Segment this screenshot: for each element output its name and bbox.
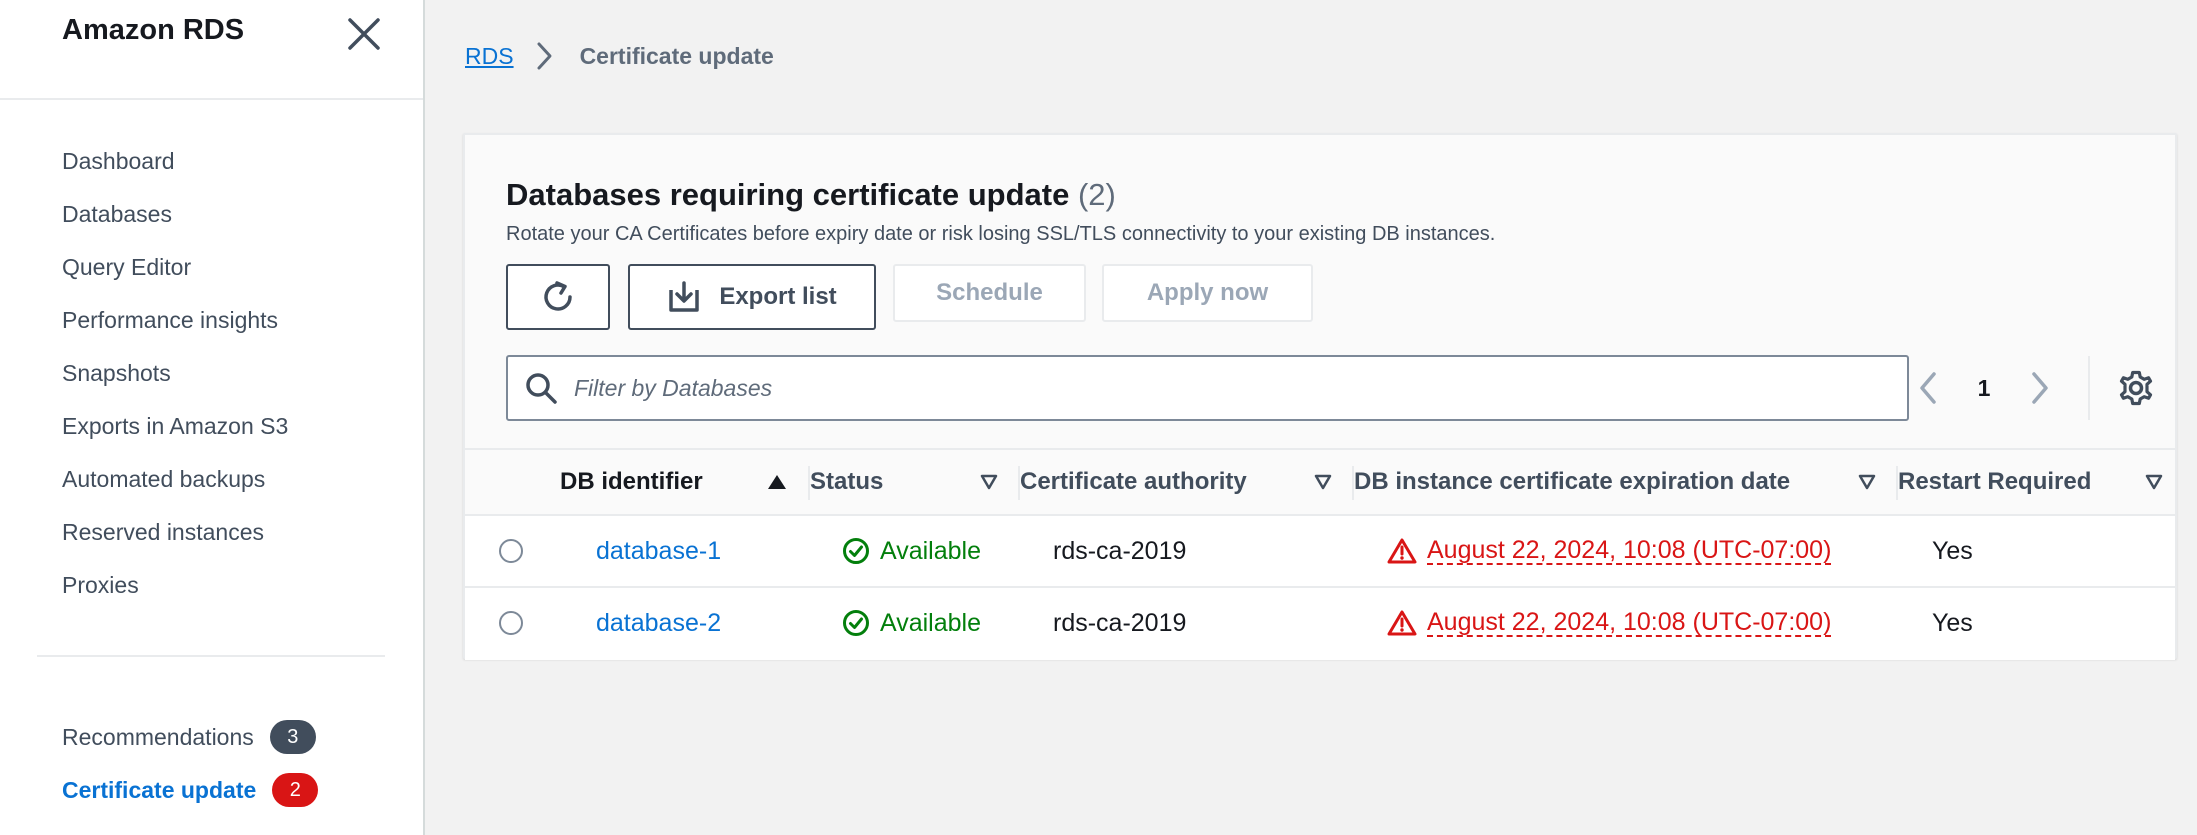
certificate-update-table-container: Databases requiring certificate update (…: [463, 133, 2177, 660]
check-circle-icon: [843, 538, 869, 564]
next-page-button[interactable]: [2012, 360, 2068, 416]
export-list-label: Export list: [719, 283, 837, 310]
table-header-row: DB identifier Status Certificate authori…: [465, 448, 2175, 516]
sidebar-item-automated-backups[interactable]: Automated backups: [62, 458, 288, 511]
table-row: database-2 Available rds-ca-2019 August …: [465, 588, 2175, 660]
expiration-date-cell: August 22, 2024, 10:08 (UTC-07:00): [1387, 588, 1832, 658]
column-header-certificate-authority[interactable]: Certificate authority: [1020, 450, 1352, 514]
column-header-label: Restart Required: [1898, 468, 2092, 495]
current-page-number[interactable]: 1: [1956, 375, 2012, 402]
column-header-label: DB identifier: [560, 468, 703, 495]
page-description: Rotate your CA Certificates before expir…: [506, 223, 1496, 245]
filter-field: [506, 355, 1909, 421]
search-icon: [526, 373, 557, 404]
certificate-authority-cell: rds-ca-2019: [1053, 536, 1187, 565]
sort-ascending-icon: [768, 475, 786, 489]
sidebar-item-label: Certificate update: [62, 776, 257, 803]
sidebar-item-reserved-instances[interactable]: Reserved instances: [62, 511, 288, 564]
title-text: Databases requiring certificate update: [506, 177, 1070, 212]
breadcrumb-current: Certificate update: [579, 42, 774, 69]
sidebar-header: Amazon RDS: [0, 0, 423, 100]
column-header-label: Certificate authority: [1020, 468, 1247, 495]
chevron-right-icon: [2032, 372, 2048, 404]
sort-icon: [1314, 474, 1332, 490]
warning-icon: [1387, 538, 1417, 564]
row-select-cell: [499, 588, 523, 658]
sidebar-divider: [37, 655, 385, 657]
db-identifier-cell: database-2: [596, 588, 721, 658]
close-icon: [348, 18, 380, 50]
page-title: Databases requiring certificate update (…: [506, 177, 1116, 213]
status-text: Available: [880, 608, 982, 637]
sidebar-item-certificate-update[interactable]: Certificate update 2: [62, 763, 319, 816]
restart-required-cell: Yes: [1932, 536, 1973, 565]
sidebar-item-snapshots[interactable]: Snapshots: [62, 352, 288, 405]
sidebar-item-recommendations[interactable]: Recommendations 3: [62, 710, 318, 763]
column-header-label: Status: [810, 468, 884, 495]
expiration-date-cell: August 22, 2024, 10:08 (UTC-07:00): [1387, 516, 1832, 586]
sidebar-item-label: Recommendations: [62, 723, 254, 750]
title-count: (2): [1077, 177, 1116, 212]
recommendations-count-badge: 3: [269, 719, 316, 754]
refresh-icon: [544, 281, 572, 311]
certificates-table: DB identifier Status Certificate authori…: [465, 448, 2175, 660]
sidebar-item-proxies[interactable]: Proxies: [62, 564, 288, 617]
chevron-right-icon: [537, 42, 552, 70]
breadcrumb-link-rds[interactable]: RDS: [465, 43, 514, 70]
db-identifier-link[interactable]: database-1: [596, 537, 721, 566]
pagination-divider: [2088, 356, 2090, 420]
sidebar-title: Amazon RDS: [62, 14, 245, 46]
sidebar-nav: Dashboard Databases Query Editor Perform…: [62, 140, 288, 617]
sidebar-item-exports-s3[interactable]: Exports in Amazon S3: [62, 405, 288, 458]
close-navigation-button[interactable]: [344, 14, 384, 54]
status-cell: Available: [842, 516, 981, 586]
db-identifier-link[interactable]: database-2: [596, 609, 721, 638]
refresh-button[interactable]: [506, 264, 610, 330]
sidebar-item-dashboard[interactable]: Dashboard: [62, 140, 288, 193]
export-list-button[interactable]: Export list: [628, 264, 876, 330]
row-select-radio[interactable]: [499, 611, 523, 635]
column-header-status[interactable]: Status: [810, 450, 1018, 514]
sidebar-item-performance-insights[interactable]: Performance insights: [62, 299, 288, 352]
schedule-button[interactable]: Schedule: [893, 264, 1086, 322]
pagination: 1: [1900, 356, 2164, 420]
warning-icon: [1387, 610, 1417, 636]
db-identifier-cell: database-1: [596, 516, 721, 586]
row-select-radio[interactable]: [499, 539, 523, 563]
certificate-update-count-badge: 2: [272, 772, 319, 807]
sidebar-bottom-nav: Recommendations 3 Certificate update 2: [62, 710, 319, 816]
status-cell: Available: [842, 588, 981, 658]
sort-icon: [1858, 474, 1876, 490]
column-header-db-identifier[interactable]: DB identifier: [560, 450, 808, 514]
sidebar-item-databases[interactable]: Databases: [62, 193, 288, 246]
sidebar-item-query-editor[interactable]: Query Editor: [62, 246, 288, 299]
table-preferences-button[interactable]: [2108, 360, 2164, 416]
certificate-authority-cell: rds-ca-2019: [1053, 608, 1187, 637]
gear-icon: [2119, 370, 2153, 406]
breadcrumb: RDS Certificate update: [465, 40, 774, 72]
side-navigation: Amazon RDS Dashboard Databases Query Edi…: [0, 0, 425, 835]
apply-now-button[interactable]: Apply now: [1102, 264, 1313, 322]
expiration-date-text[interactable]: August 22, 2024, 10:08 (UTC-07:00): [1427, 537, 1832, 565]
chevron-left-icon: [1920, 372, 1936, 404]
row-select-cell: [499, 516, 523, 586]
previous-page-button[interactable]: [1900, 360, 1956, 416]
check-circle-icon: [843, 610, 869, 636]
column-header-label: DB instance certificate expiration date: [1354, 468, 1791, 495]
column-header-expiration-date[interactable]: DB instance certificate expiration date: [1354, 450, 1896, 514]
sort-icon: [2145, 474, 2163, 490]
expiration-date-text[interactable]: August 22, 2024, 10:08 (UTC-07:00): [1427, 609, 1832, 637]
column-header-restart-required[interactable]: Restart Required: [1898, 450, 2175, 514]
status-text: Available: [880, 536, 982, 565]
download-icon: [669, 281, 700, 312]
filter-input[interactable]: [574, 374, 1874, 402]
sort-icon: [980, 474, 998, 490]
restart-required-cell: Yes: [1932, 608, 1973, 637]
table-row: database-1 Available rds-ca-2019 August …: [465, 516, 2175, 588]
